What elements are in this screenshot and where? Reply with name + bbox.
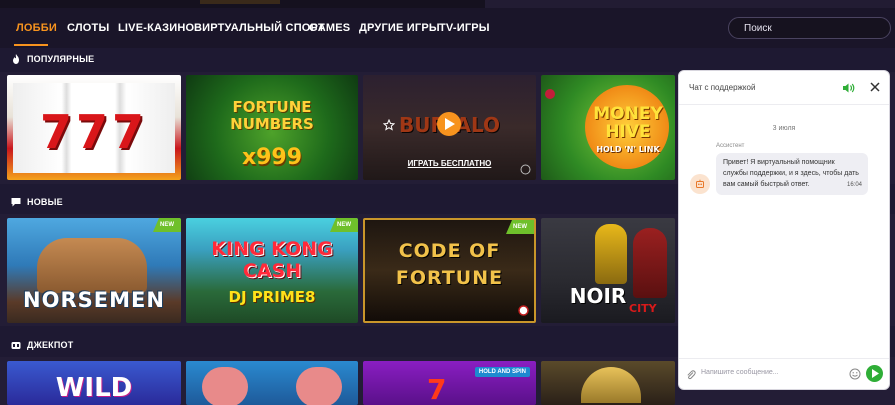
search-placeholder: Поиск	[744, 23, 772, 34]
send-button[interactable]	[866, 365, 883, 382]
chat-message-input[interactable]: Напишите сообщение...	[701, 369, 779, 376]
game-tile-buffalo[interactable]: BUFFALO ИГРАТЬ БЕСПЛАТНО	[363, 75, 536, 180]
chat-date: 3 июля	[772, 125, 796, 132]
support-chat-widget: Чат с поддержкой 3 июля Ассистент Привет…	[678, 70, 890, 390]
pig-art	[202, 367, 248, 405]
game-title: NORSEMEN	[23, 288, 165, 312]
play-icon	[445, 118, 455, 130]
flame-icon	[13, 54, 19, 64]
robot-icon	[696, 179, 704, 188]
jackpot-icon	[11, 342, 21, 349]
fruit-art	[545, 89, 555, 99]
section-popular-label: ПОПУЛЯРНЫЕ	[27, 54, 95, 64]
game-tile-pegasus[interactable]	[541, 361, 675, 405]
game-tile-777[interactable]: 777	[7, 75, 181, 180]
volume-icon[interactable]	[842, 82, 856, 94]
game-title: FORTUNE NUMBERS	[230, 98, 314, 133]
favorite-star-icon[interactable]	[383, 119, 395, 131]
chat-message-text: Привет! Я виртуальный помощник службы по…	[723, 159, 859, 188]
game-title: CODE OF FORTUNE	[395, 240, 504, 289]
game-title: MONEY HIVE	[593, 104, 663, 142]
nav-item-other-games[interactable]: ДРУГИЕ ИГРЫ	[359, 22, 440, 34]
chat-message-bubble: Привет! Я виртуальный помощник службы по…	[716, 153, 868, 195]
game-subtitle: DJ PRIME8	[228, 288, 316, 306]
section-popular-header: ПОПУЛЯРНЫЕ	[0, 48, 895, 72]
seven-art: 7	[427, 373, 447, 405]
pig-art	[296, 367, 342, 405]
game-title: WILD	[55, 373, 133, 403]
game-tile-code-of-fortune[interactable]: NEW CODE OF FORTUNE	[363, 218, 536, 323]
play-button[interactable]	[437, 112, 461, 136]
game-tile-king-kong-cash[interactable]: NEW KING KONG CASH DJ PRIME8	[186, 218, 358, 323]
section-new-label: НОВЫЕ	[27, 197, 63, 207]
vikings-art	[37, 238, 147, 293]
banner-dark-area	[485, 0, 895, 8]
play-free-link[interactable]: ИГРАТЬ БЕСПЛАТНО	[363, 159, 536, 168]
close-icon[interactable]	[869, 81, 881, 93]
search-input[interactable]: Поиск	[728, 17, 891, 39]
nav-item-virtual-sport[interactable]: ВИРТУАЛЬНЫЙ СПОРТ	[194, 22, 325, 34]
game-tile-noir-city[interactable]: NOIR CITY	[541, 218, 675, 323]
game-subtitle: x999	[241, 145, 303, 170]
provider-icon	[518, 305, 529, 316]
chat-message-time: 16:04	[846, 182, 862, 188]
nav-item-lobby[interactable]: ЛОББИ	[16, 22, 57, 34]
chat-composer: Напишите сообщение...	[679, 358, 889, 389]
game-subtitle: HOLD 'N' LINK	[596, 145, 660, 154]
chat-bubble-icon	[11, 198, 21, 207]
nav-active-underline	[14, 44, 48, 46]
send-icon	[872, 369, 879, 378]
new-badge: NEW	[153, 218, 181, 232]
attach-icon[interactable]	[685, 369, 697, 381]
nav-item-slots[interactable]: СЛОТЫ	[67, 22, 109, 34]
assistant-avatar	[690, 174, 710, 194]
banner-accent	[200, 0, 280, 4]
game-tile-hold-and-spin[interactable]: HOLD AND SPIN 7	[363, 361, 536, 405]
chat-header: Чат с поддержкой	[679, 71, 889, 105]
pegasus-art	[581, 367, 641, 403]
top-banner-strip	[0, 0, 895, 8]
game-subtitle: CITY	[629, 302, 657, 315]
nav-item-live-casino[interactable]: LIVE-КАЗИНО	[118, 22, 194, 34]
game-title: KING KONG CASH	[211, 238, 333, 282]
main-nav: ЛОББИ СЛОТЫ LIVE-КАЗИНО ВИРТУАЛЬНЫЙ СПОР…	[0, 8, 895, 48]
detective-art	[595, 224, 627, 284]
casino-lobby-page: ЛОББИ СЛОТЫ LIVE-КАЗИНО ВИРТУАЛЬНЫЙ СПОР…	[0, 0, 895, 405]
game-title: HOLD AND SPIN	[474, 367, 530, 377]
chat-title: Чат с поддержкой	[689, 83, 756, 92]
game-tile-fortune-numbers[interactable]: FORTUNE NUMBERS x999	[186, 75, 358, 180]
game-title: 777	[39, 105, 149, 159]
game-tile-money-hive[interactable]: MONEY HIVE HOLD 'N' LINK	[541, 75, 675, 180]
emoji-icon[interactable]	[849, 368, 861, 380]
section-jackpot-label: ДЖЕКПОТ	[27, 340, 74, 350]
provider-icon	[520, 164, 531, 175]
game-tile-wild[interactable]: WILD	[7, 361, 181, 405]
game-tile-pigs[interactable]	[186, 361, 358, 405]
new-badge: NEW	[506, 220, 534, 234]
nav-item-tv-games[interactable]: TV-ИГРЫ	[439, 22, 490, 34]
game-tile-norsemen[interactable]: NEW NORSEMEN	[7, 218, 181, 323]
nav-item-games[interactable]: GAMES	[309, 22, 350, 34]
chat-sender-name: Ассистент	[716, 143, 745, 149]
new-badge: NEW	[330, 218, 358, 232]
